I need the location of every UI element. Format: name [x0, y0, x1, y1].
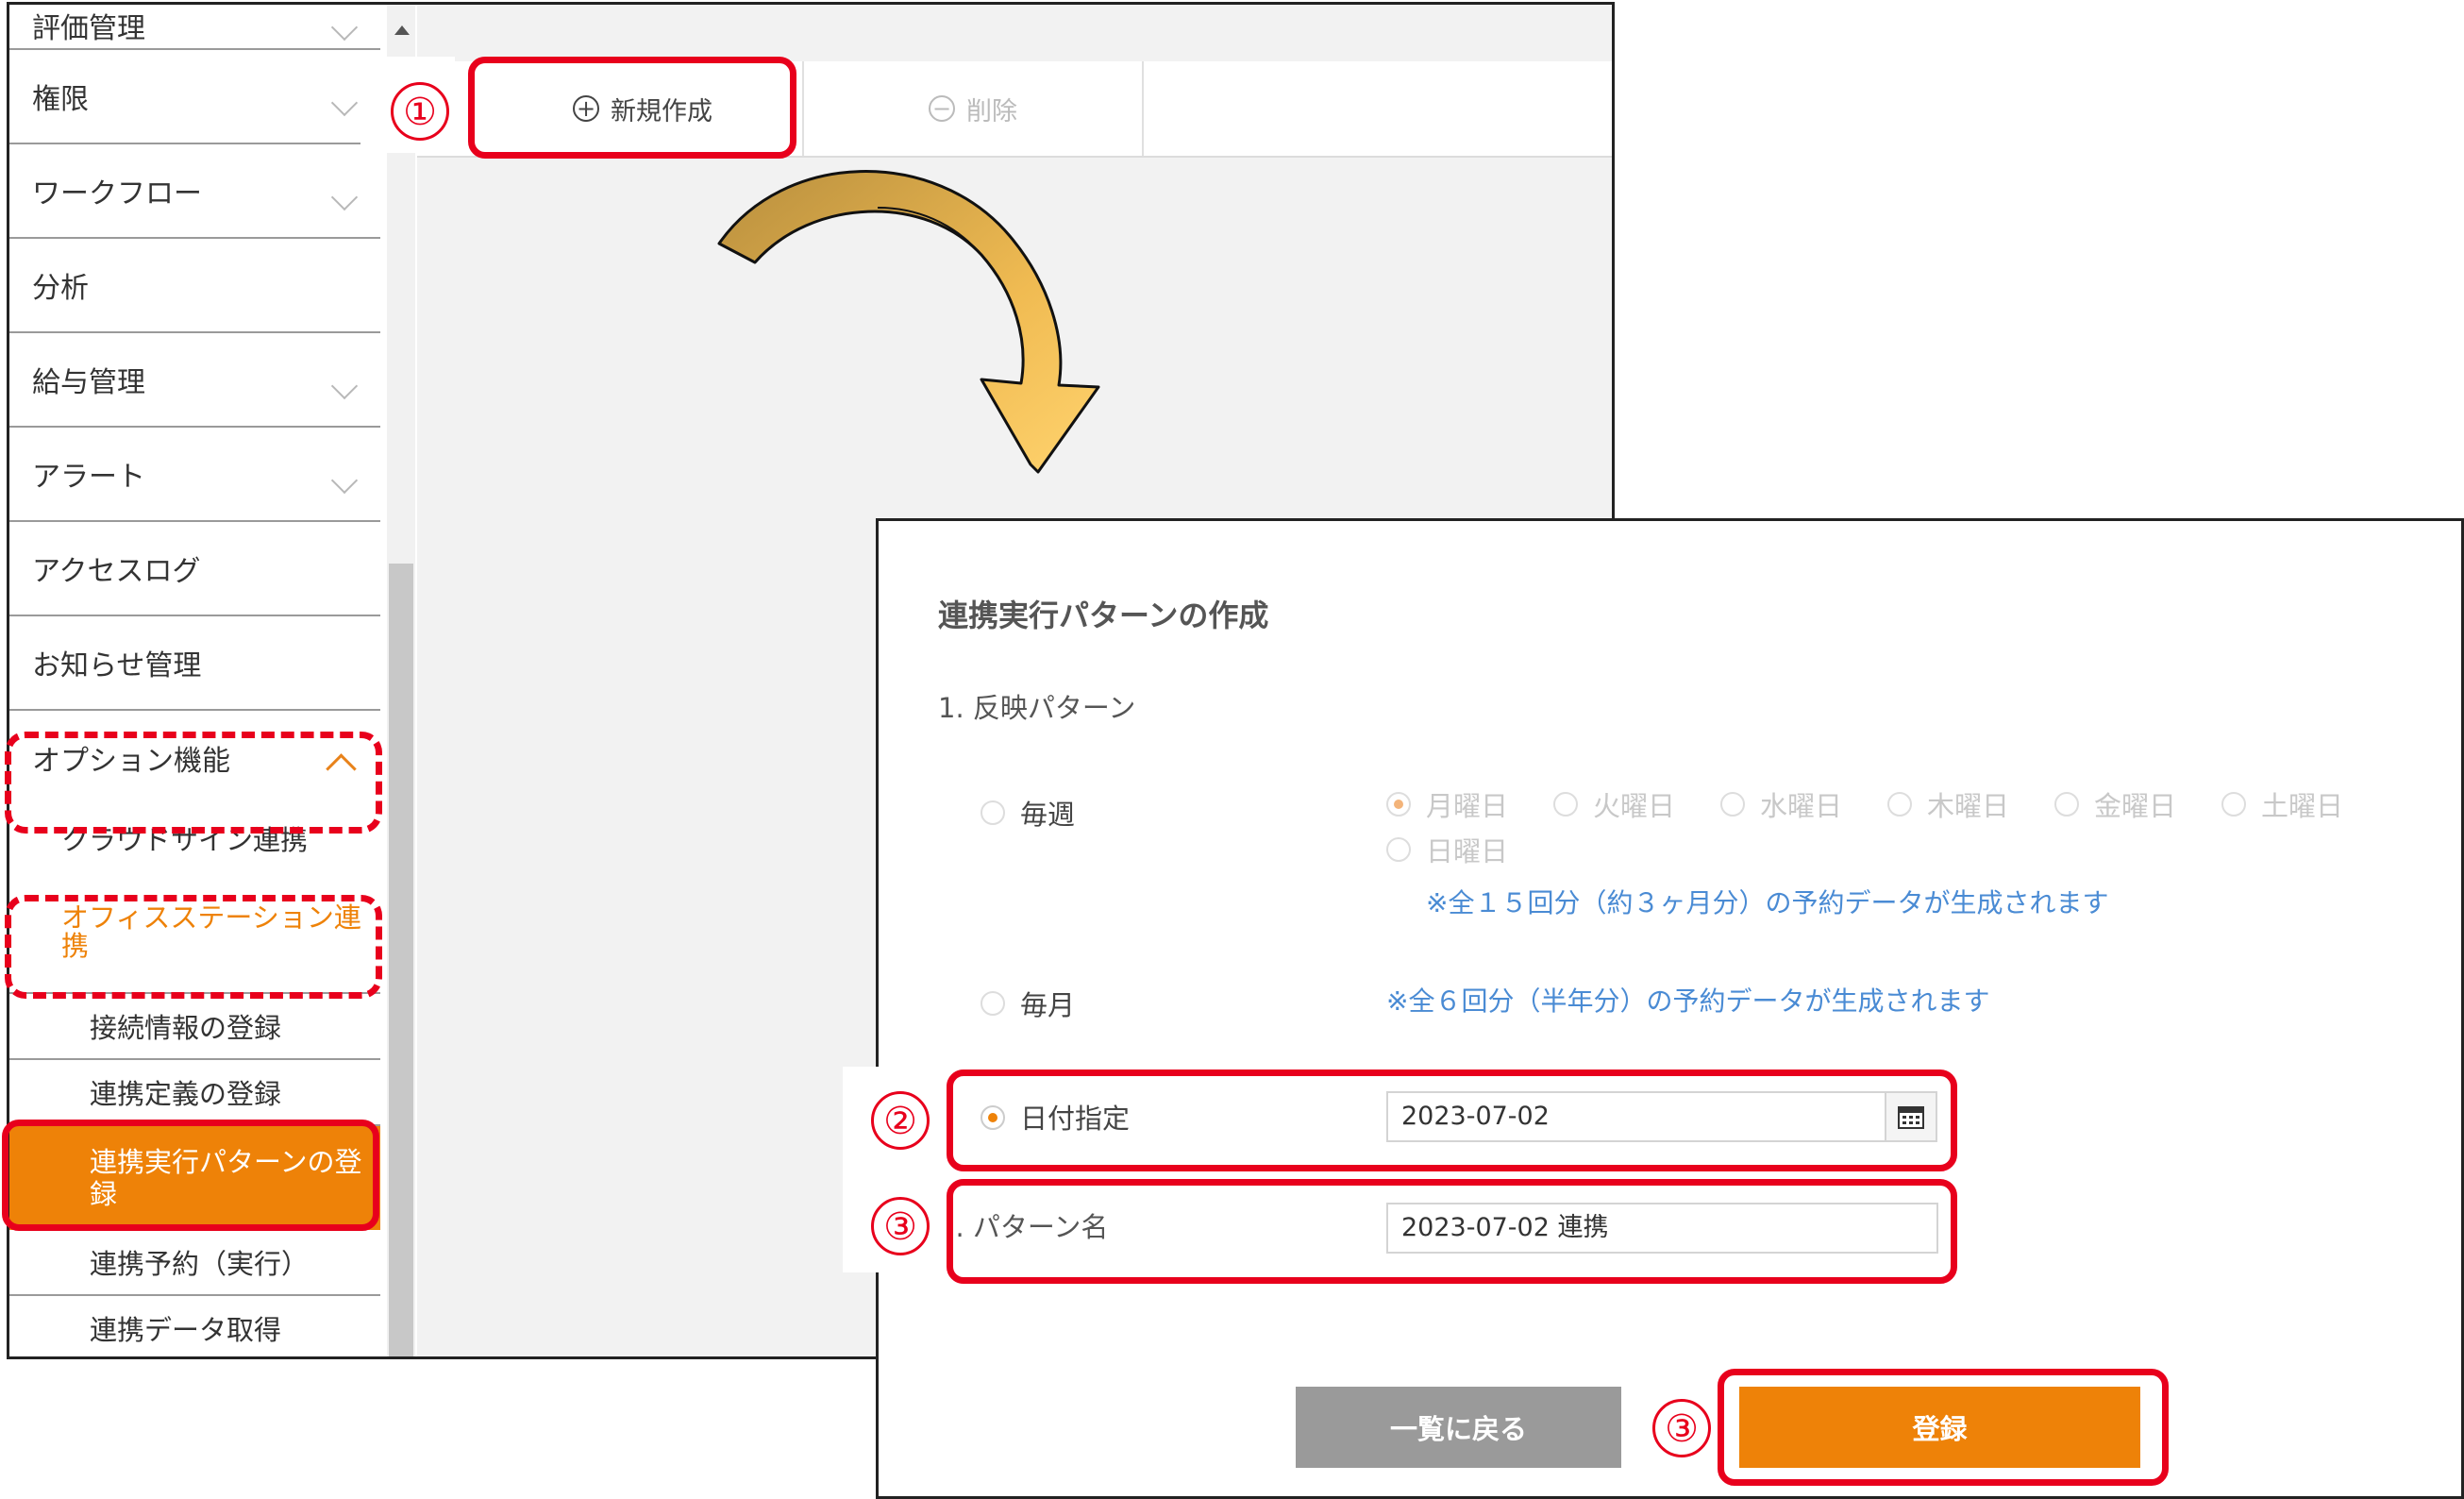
minus-circle-icon: −	[929, 95, 955, 122]
radio-saturday[interactable]	[2221, 792, 2246, 817]
sidebar-item-label: 連携定義の登録	[90, 1078, 282, 1110]
sidebar-item-label: 連携予約（実行）	[90, 1248, 310, 1280]
day-label-sunday: 日曜日	[1426, 835, 1509, 867]
sidebar-item-workflow[interactable]: ワークフロー	[9, 144, 380, 239]
sidebar-item-data-fetch[interactable]: 連携データ取得	[9, 1296, 380, 1356]
chevron-down-icon	[330, 89, 359, 117]
delete-button[interactable]: − 削除	[804, 61, 1144, 156]
radio-weekly[interactable]	[981, 800, 1005, 825]
create-pattern-dialog: 連携実行パターンの作成 1. 反映パターン 毎週 月曜日 火曜日 水曜日 木曜日…	[876, 518, 2464, 1499]
radio-monthly[interactable]	[981, 991, 1005, 1016]
chevron-down-icon	[330, 183, 359, 211]
delete-button-label: 削除	[966, 96, 1017, 126]
day-label-thursday: 木曜日	[1927, 790, 2010, 822]
step-3-marker: ③	[871, 1197, 930, 1255]
chevron-down-icon	[330, 466, 359, 495]
highlight-officestation-group	[5, 895, 382, 999]
section-reflection-pattern-label: 1. 反映パターン	[938, 692, 1136, 724]
sidebar-item-reservation[interactable]: 連携予約（実行）	[9, 1230, 380, 1296]
sidebar-item-permissions[interactable]: 権限	[9, 50, 380, 144]
chevron-down-icon	[330, 13, 359, 42]
sidebar-item-access-log[interactable]: アクセスログ	[9, 522, 380, 616]
highlight-pattern-name	[947, 1179, 1957, 1284]
day-label-wednesday: 水曜日	[1760, 790, 1843, 822]
sidebar-item-label: アクセスログ	[32, 555, 201, 588]
highlight-register-button	[1718, 1369, 2169, 1486]
sidebar-item-label: 給与管理	[32, 366, 145, 399]
step-3-marker: ③	[1652, 1399, 1711, 1457]
sidebar-item-payroll[interactable]: 給与管理	[9, 333, 380, 428]
highlight-date-specified	[947, 1070, 1957, 1171]
scroll-up-arrow-icon[interactable]	[394, 25, 410, 35]
day-label-saturday: 土曜日	[2261, 790, 2344, 822]
radio-monday[interactable]	[1386, 792, 1411, 817]
radio-wednesday[interactable]	[1720, 792, 1745, 817]
scroll-thumb[interactable]	[389, 564, 413, 1356]
weekly-label: 毎週	[1020, 799, 1076, 831]
highlight-options-menu	[5, 732, 382, 834]
sidebar-item-analysis[interactable]: 分析	[9, 239, 380, 333]
monthly-note: ※全６回分（半年分）の予約データが生成されます	[1386, 985, 1990, 1017]
sidebar-item-label: お知らせ管理	[32, 649, 202, 682]
sidebar-item-alert[interactable]: アラート	[9, 428, 380, 522]
radio-friday[interactable]	[2054, 792, 2079, 817]
radio-thursday[interactable]	[1887, 792, 1912, 817]
weekly-note: ※全１５回分（約３ヶ月分）の予約データが生成されます	[1426, 887, 2109, 918]
back-to-list-button[interactable]: 一覧に戻る	[1296, 1387, 1621, 1468]
dialog-title: 連携実行パターンの作成	[938, 598, 1269, 633]
step-2-marker: ②	[871, 1091, 930, 1150]
highlight-new-button	[468, 57, 796, 159]
sidebar-item-label: 権限	[32, 83, 89, 116]
sidebar-item-notices[interactable]: お知らせ管理	[9, 616, 380, 711]
sidebar-item-label: ワークフロー	[32, 177, 202, 211]
monthly-label: 毎月	[1020, 989, 1076, 1021]
sidebar-item-label: 評価管理	[32, 11, 145, 45]
radio-sunday[interactable]	[1386, 837, 1411, 862]
step-1-marker: ①	[391, 82, 449, 141]
day-label-monday: 月曜日	[1426, 790, 1509, 822]
sidebar-item-evaluation[interactable]: 評価管理	[9, 5, 380, 50]
highlight-exec-pattern-item	[2, 1120, 379, 1231]
sidebar-item-link-definition[interactable]: 連携定義の登録	[9, 1060, 380, 1126]
curved-arrow-icon	[717, 170, 1100, 474]
sidebar-item-label: 分析	[32, 272, 89, 305]
sidebar-item-label: アラート	[32, 461, 145, 494]
radio-tuesday[interactable]	[1553, 792, 1578, 817]
day-label-tuesday: 火曜日	[1593, 790, 1676, 822]
day-label-friday: 金曜日	[2094, 790, 2177, 822]
sidebar-item-connection-info[interactable]: 接続情報の登録	[9, 994, 380, 1060]
sidebar-item-label: 連携データ取得	[90, 1314, 282, 1346]
sidebar-item-label: 接続情報の登録	[90, 1012, 282, 1044]
chevron-down-icon	[330, 372, 359, 400]
